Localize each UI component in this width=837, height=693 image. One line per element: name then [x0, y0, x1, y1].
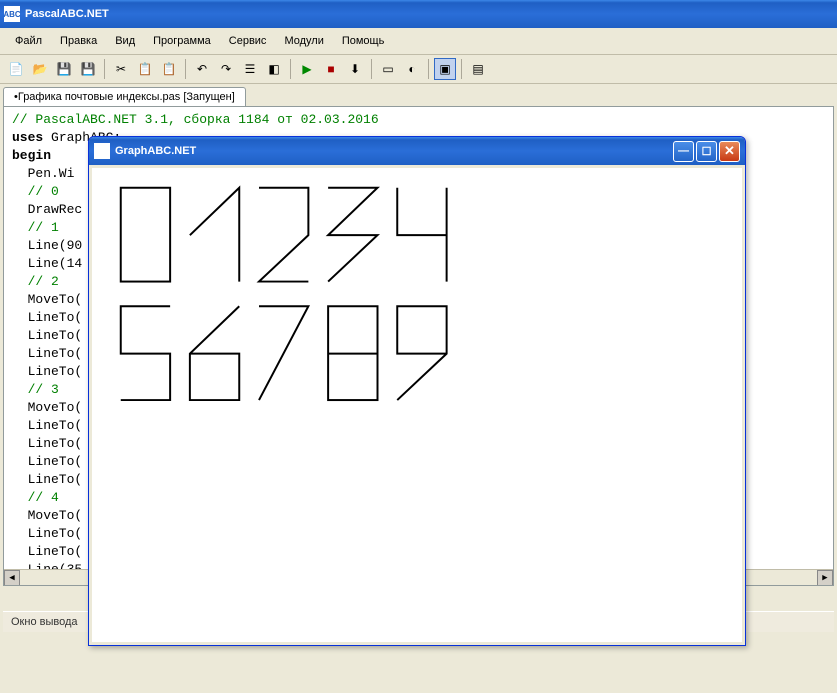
- open-button[interactable]: 📂: [29, 58, 51, 80]
- copy-button[interactable]: 📋: [134, 58, 156, 80]
- saveall-button[interactable]: 💾: [77, 58, 99, 80]
- code-line: // PascalABC.NET 3.1, сборка 1184 от 02.…: [12, 111, 825, 129]
- project-button[interactable]: ◧: [263, 58, 285, 80]
- proplist-button[interactable]: ☰: [239, 58, 261, 80]
- file-tab[interactable]: •Графика почтовые индексы.pas [Запущен]: [3, 87, 246, 106]
- app-title: PascalABC.NET: [25, 8, 109, 20]
- menu-modules[interactable]: Модули: [275, 32, 332, 50]
- graph-canvas: [92, 168, 742, 642]
- menu-view[interactable]: Вид: [106, 32, 144, 50]
- menu-file[interactable]: Файл: [6, 32, 51, 50]
- graph-titlebar[interactable]: GraphABC.NET — ☐ ✕: [89, 137, 745, 165]
- graph-title: GraphABC.NET: [115, 145, 196, 157]
- separator: [290, 59, 291, 79]
- paste-button[interactable]: 📋: [158, 58, 180, 80]
- scroll-right-icon[interactable]: ▶: [817, 570, 833, 586]
- maximize-button[interactable]: ☐: [696, 141, 717, 162]
- menu-edit[interactable]: Правка: [51, 32, 106, 50]
- graph-app-icon: [94, 143, 110, 159]
- output-button[interactable]: ▤: [467, 58, 489, 80]
- toolbar: 📄 📂 💾 💾 ✂ 📋 📋 ↶ ↷ ☰ ◧ ▶ ■ ⬇ ▭ ◐ ▣ ▤: [0, 55, 837, 84]
- main-titlebar: ABC PascalABC.NET: [0, 0, 837, 28]
- separator: [428, 59, 429, 79]
- minimize-button[interactable]: —: [673, 141, 694, 162]
- menu-program[interactable]: Программа: [144, 32, 220, 50]
- separator: [104, 59, 105, 79]
- graph-window[interactable]: GraphABC.NET — ☐ ✕: [88, 136, 746, 646]
- save-button[interactable]: 💾: [53, 58, 75, 80]
- debug-button[interactable]: ◐: [401, 58, 423, 80]
- cut-button[interactable]: ✂: [110, 58, 132, 80]
- stop-button[interactable]: ■: [320, 58, 342, 80]
- new-button[interactable]: 📄: [5, 58, 27, 80]
- options-button[interactable]: ▭: [377, 58, 399, 80]
- separator: [371, 59, 372, 79]
- undo-button[interactable]: ↶: [191, 58, 213, 80]
- separator: [461, 59, 462, 79]
- redo-button[interactable]: ↷: [215, 58, 237, 80]
- terminal-button[interactable]: ▣: [434, 58, 456, 80]
- digits-drawing: [92, 168, 742, 642]
- separator: [185, 59, 186, 79]
- app-icon: ABC: [4, 6, 20, 22]
- menu-help[interactable]: Помощь: [333, 32, 394, 50]
- menubar: Файл Правка Вид Программа Сервис Модули …: [0, 28, 837, 55]
- menu-service[interactable]: Сервис: [220, 32, 276, 50]
- step-button[interactable]: ⬇: [344, 58, 366, 80]
- window-controls: — ☐ ✕: [673, 141, 740, 162]
- run-button[interactable]: ▶: [296, 58, 318, 80]
- close-button[interactable]: ✕: [719, 141, 740, 162]
- scroll-left-icon[interactable]: ◀: [4, 570, 20, 586]
- tabbar: •Графика почтовые индексы.pas [Запущен]: [0, 84, 837, 106]
